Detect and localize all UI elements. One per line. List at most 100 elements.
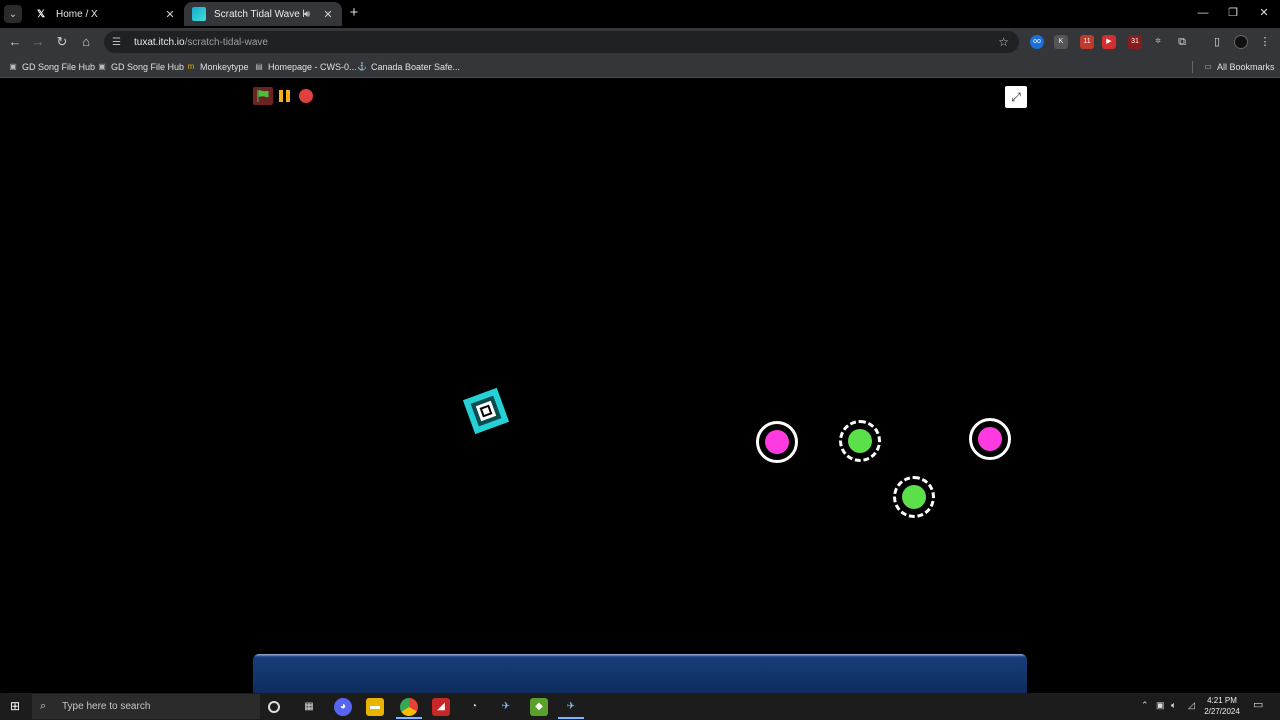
side-panel-icon[interactable]: ▯ (1210, 35, 1224, 49)
monkeytype-icon: m (187, 62, 195, 71)
tab-close-icon[interactable]: ✕ (164, 8, 176, 21)
reload-icon[interactable]: ↻ (53, 33, 71, 51)
url-path: /scratch-tidal-wave (184, 36, 268, 48)
green-flag-icon (257, 90, 269, 102)
extension-3-icon[interactable]: 11 (1080, 35, 1094, 49)
clock-date: 2/27/2024 (1204, 707, 1240, 716)
pause-bar (279, 90, 283, 102)
clock-app-icon[interactable]: ◔ (465, 698, 483, 716)
forward-arrow-icon[interactable]: → (29, 33, 47, 51)
all-bookmarks-label: All Bookmarks (1217, 62, 1275, 72)
page-content: ⤢ (0, 79, 1280, 704)
bookmark-monkeytype[interactable]: m Monkeytype (186, 60, 249, 74)
search-icon: ⌕ (40, 700, 47, 712)
home-icon[interactable]: ⌂ (77, 33, 95, 51)
tab-title: Home / X (56, 8, 98, 20)
taskbar-search-box[interactable]: ⌕ Type here to search (32, 694, 260, 719)
tray-chevron-icon[interactable]: ⌃ (1141, 700, 1149, 711)
cortana-circle-icon[interactable] (268, 701, 280, 713)
tab-close-icon[interactable]: ✕ (322, 8, 334, 21)
restore-icon[interactable]: ❐ (1218, 4, 1248, 22)
tab-title: Scratch Tidal Wave by SuJ (214, 8, 304, 20)
bookmark-label: GD Song File Hub (22, 62, 96, 72)
fullscreen-icon[interactable]: ⤢ (1005, 86, 1027, 108)
bookmark-label: Homepage - CWS-0... (268, 62, 357, 72)
green-flag-button[interactable] (253, 87, 273, 105)
pause-button[interactable] (279, 90, 291, 102)
tab-scratch-tidal-wave[interactable]: Scratch Tidal Wave by SuJ 🔊︎ ✕ (184, 2, 342, 26)
bookmark-gd-song-file-hub-2[interactable]: ▣ GD Song File Hub (97, 60, 184, 74)
tab-strip: ⌄ 𝕏 Home / X ✕ Scratch Tidal Wave by SuJ… (0, 0, 1280, 28)
folder-icon: ▭ (1204, 62, 1212, 71)
jump-orb-pink (969, 418, 1011, 460)
red-app-icon[interactable]: ◢ (432, 698, 450, 716)
address-bar[interactable]: ☰ tuxat.itch.io /scratch-tidal-wave ☆ (104, 31, 1019, 53)
bookmark-label: Monkeytype (200, 62, 249, 72)
tray-security-icon[interactable]: ▣ (1156, 700, 1165, 711)
extension-badge: 31 (1131, 38, 1139, 45)
tab-search-chevron-icon[interactable]: ⌄ (4, 5, 22, 23)
gd-icon: ▣ (98, 62, 106, 71)
bookmark-label: Canada Boater Safe... (371, 62, 461, 72)
anchor-icon: ⚓ (357, 62, 367, 71)
profile-avatar-icon[interactable] (1234, 35, 1248, 49)
steam-2-icon[interactable]: ✈ (562, 698, 580, 716)
tab-home-x[interactable]: 𝕏 Home / X ✕ (26, 2, 184, 26)
jump-orb-green (839, 420, 881, 462)
windows-start-icon[interactable]: ⊞ (8, 699, 22, 713)
file-explorer-icon[interactable]: ▬ (366, 698, 384, 716)
url-host: tuxat.itch.io (134, 36, 185, 48)
bookmark-label: GD Song File Hub (111, 62, 185, 72)
bookmarks-divider (1192, 61, 1193, 73)
new-tab-plus-icon[interactable]: + (346, 5, 362, 21)
dsl-icon: ▤ (255, 62, 263, 71)
extension-1-icon[interactable]: oo (1030, 35, 1044, 49)
orb-fill (902, 485, 926, 509)
volume-icon[interactable]: 🔈︎ (1171, 700, 1176, 711)
bookmark-canada-boater[interactable]: ⚓ Canada Boater Safe... (357, 60, 460, 74)
extension-k-icon[interactable]: K (1054, 35, 1068, 49)
stop-button[interactable] (299, 89, 313, 103)
extensions-puzzle-icon[interactable]: ⧉ (1175, 35, 1189, 49)
chrome-icon[interactable] (400, 698, 418, 716)
browser-toolbar: ← → ↻ ⌂ ☰ tuxat.itch.io /scratch-tidal-w… (0, 28, 1280, 56)
orb-fill (848, 429, 872, 453)
orb-fill (765, 430, 789, 454)
extension-7-icon[interactable]: ✲ (1151, 35, 1165, 49)
active-app-indicator (396, 717, 422, 719)
network-icon[interactable]: ◿ (1188, 700, 1195, 711)
site-info-icon[interactable]: ☰ (112, 37, 126, 48)
game-stage[interactable]: ⤢ (253, 84, 1027, 693)
search-placeholder: Type here to search (62, 701, 151, 712)
notifications-icon[interactable]: ▭ (1253, 698, 1263, 711)
bookmarks-bar: ▣ GD Song File Hub ▣ GD Song File Hub m Mon… (0, 56, 1280, 78)
scratch-game-icon (192, 7, 206, 21)
extension-badge: 11 (1083, 38, 1091, 45)
wave-floor (253, 654, 1027, 693)
bookmark-homepage-cws[interactable]: ▤ Homepage - CWS-0... (254, 60, 357, 74)
back-arrow-icon[interactable]: ← (6, 33, 24, 51)
pause-bar (286, 90, 290, 102)
extension-6-icon[interactable]: 31 (1128, 35, 1142, 49)
discord-icon[interactable]: ◕ (334, 698, 352, 716)
jump-orb-pink (756, 421, 798, 463)
minimize-icon[interactable]: — (1188, 4, 1218, 22)
windows-taskbar: ⊞ ⌕ Type here to search ▦ ◕ ▬ ◢ ◔ ✈ ◆ ✈ … (0, 693, 1280, 720)
bookmark-star-icon[interactable]: ☆ (998, 35, 1009, 49)
jump-orb-green (893, 476, 935, 518)
player-cube (462, 387, 510, 435)
gd-icon: ▣ (9, 62, 17, 71)
all-bookmarks-button[interactable]: ▭ All Bookmarks (1203, 60, 1275, 74)
bookmark-gd-song-file-hub-1[interactable]: ▣ GD Song File Hub (8, 60, 95, 74)
active-app-indicator (558, 717, 584, 719)
extension-4-icon[interactable]: ▶ (1102, 35, 1116, 49)
geometry-dash-icon[interactable]: ◆ (530, 698, 548, 716)
menu-kebab-icon[interactable]: ⋮ (1258, 35, 1272, 49)
task-view-icon[interactable]: ▦ (300, 698, 318, 716)
speaker-icon[interactable]: 🔊︎ (304, 9, 318, 20)
x-logo-icon: 𝕏 (36, 8, 46, 20)
system-clock[interactable]: 4:21 PM 2/27/2024 (1200, 695, 1244, 717)
steam-icon[interactable]: ✈ (497, 698, 515, 716)
window-close-icon[interactable]: ✕ (1249, 4, 1279, 22)
orb-fill (978, 427, 1002, 451)
